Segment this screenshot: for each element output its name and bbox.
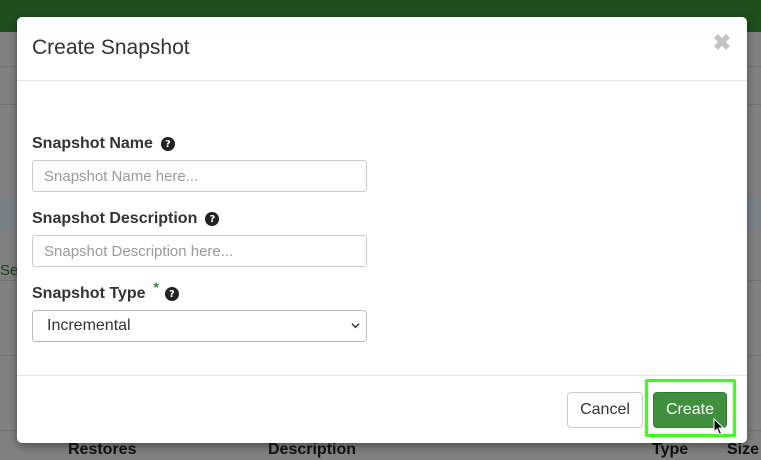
snapshot-name-input[interactable]: [32, 160, 367, 192]
snapshot-description-label-row: Snapshot Description ?: [32, 210, 432, 230]
cancel-button[interactable]: Cancel: [567, 392, 643, 428]
snapshot-description-input[interactable]: [32, 235, 367, 267]
close-icon[interactable]: ✖: [712, 32, 732, 54]
modal-header: Create Snapshot ✖: [17, 17, 747, 81]
background-column-type: Type: [652, 441, 689, 458]
snapshot-name-label-row: Snapshot Name ?: [32, 135, 432, 155]
required-marker: *: [153, 279, 159, 295]
snapshot-name-label: Snapshot Name: [32, 135, 153, 152]
snapshot-type-selected-value: Incremental: [47, 317, 131, 334]
background-column-restores: Restores: [68, 441, 137, 458]
background-column-size: Size: [727, 441, 760, 458]
chevron-down-icon: [351, 323, 360, 329]
mouse-pointer-icon: [713, 418, 725, 436]
question-circle-icon[interactable]: ?: [160, 137, 175, 151]
snapshot-type-label: Snapshot Type: [32, 285, 146, 302]
question-circle-icon[interactable]: ?: [164, 287, 179, 301]
snapshot-description-label: Snapshot Description: [32, 210, 198, 227]
snapshot-type-label-row: Snapshot Type * ?: [32, 279, 432, 305]
modal-title: Create Snapshot: [32, 36, 190, 59]
snapshot-type-group: Snapshot Type * ? Incremental: [32, 279, 432, 342]
snapshot-name-group: Snapshot Name ?: [32, 135, 432, 192]
create-snapshot-modal: Create Snapshot ✖ Snapshot Name ? Snapsh…: [17, 17, 747, 443]
question-circle-icon[interactable]: ?: [205, 212, 220, 226]
background-column-description: Description: [268, 441, 357, 458]
modal-footer: Cancel Create: [17, 375, 747, 443]
snapshot-type-select[interactable]: Incremental: [32, 310, 367, 342]
snapshot-description-group: Snapshot Description ?: [32, 210, 432, 267]
